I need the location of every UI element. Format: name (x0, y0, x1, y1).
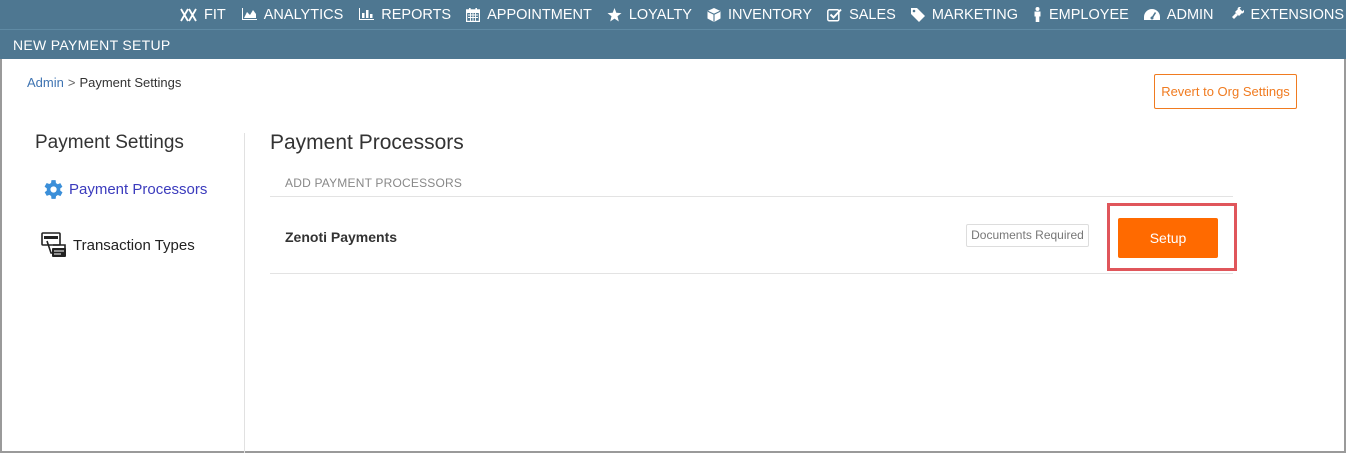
setup-button[interactable]: Setup (1118, 218, 1218, 258)
sidebar-title: Payment Settings (35, 132, 184, 153)
nav-label: EXTENSIONS (1250, 6, 1344, 23)
plug-icon (1228, 7, 1244, 22)
nav-label: ANALYTICS (263, 6, 344, 23)
nav-label: MARKETING (931, 6, 1019, 23)
nav-label: EMPLOYEE (1049, 6, 1129, 23)
nav-label: REPORTS (381, 6, 452, 23)
sidebar-item-label: Payment Processors (69, 181, 208, 198)
area-chart-icon (241, 8, 257, 21)
nav-item-admin[interactable]: ADMIN (1143, 6, 1214, 23)
dashboard-icon (1143, 8, 1160, 21)
processor-name: Zenoti Payments (285, 229, 398, 245)
fit-icon (180, 8, 197, 22)
nav-label: APPOINTMENT (487, 6, 592, 23)
bar-chart-icon (358, 8, 375, 21)
breadcrumb: Admin > Payment Settings (27, 75, 181, 90)
nav-item-analytics[interactable]: ANALYTICS (241, 6, 344, 23)
breadcrumb-separator: > (67, 75, 76, 90)
checkbox-icon (827, 8, 842, 22)
sidebar-divider (244, 133, 245, 453)
nav-item-reports[interactable]: REPORTS (358, 7, 451, 23)
row-divider (270, 273, 1233, 274)
nav-label: LOYALTY (628, 6, 692, 23)
breadcrumb-admin-link[interactable]: Admin (27, 75, 64, 90)
nav-item-inventory[interactable]: INVENTORY (707, 7, 812, 23)
star-icon (607, 7, 622, 22)
nav-item-extensions[interactable]: EXTENSIONS (1228, 6, 1344, 23)
section-label: ADD PAYMENT PROCESSORS (285, 176, 463, 190)
nav-item-fit[interactable]: FIT (180, 7, 226, 23)
nav-item-sales[interactable]: SALES (827, 7, 896, 23)
nav-label: ADMIN (1166, 6, 1214, 23)
status-badge: Documents Required (966, 224, 1089, 247)
person-icon (1033, 7, 1042, 22)
sidebar-item-label: Transaction Types (73, 236, 195, 254)
revert-to-org-settings-button[interactable]: Revert to Org Settings (1154, 74, 1297, 109)
breadcrumb-current: Payment Settings (79, 75, 182, 90)
nav-label: SALES (849, 6, 896, 23)
payment-terminal-icon (41, 231, 69, 259)
nav-item-marketing[interactable]: MARKETING (910, 6, 1019, 23)
calendar-icon (466, 7, 481, 22)
gear-icon (40, 177, 65, 202)
page-title: Payment Processors (270, 131, 464, 154)
nav-item-appointment[interactable]: APPOINTMENT (466, 7, 592, 23)
cube-icon (707, 7, 721, 22)
section-divider (270, 196, 1233, 197)
sidebar-item-transaction-types[interactable]: Transaction Types (41, 231, 195, 259)
sidebar-item-payment-processors[interactable]: Payment Processors (40, 177, 207, 202)
nav-item-loyalty[interactable]: LOYALTY (607, 7, 692, 23)
tag-icon (910, 7, 925, 22)
nav-label: INVENTORY (727, 6, 813, 23)
nav-item-employee[interactable]: EMPLOYEE (1033, 7, 1129, 23)
top-nav-bar: FIT ANALYTICS REPORTS APPOINTMENT LOYALT… (0, 0, 1346, 29)
nav-label: FIT (204, 6, 226, 23)
page-header: NEW PAYMENT SETUP (0, 29, 1346, 59)
